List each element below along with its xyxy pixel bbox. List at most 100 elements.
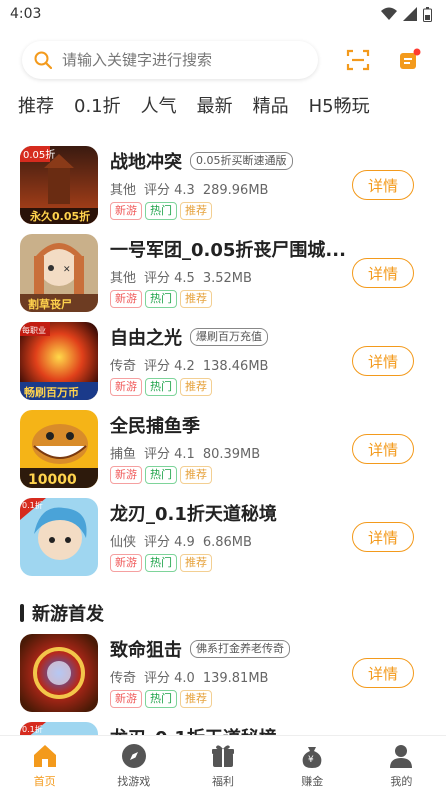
section-header: 新游首发 bbox=[20, 600, 104, 626]
nav-mine[interactable]: 我的 bbox=[357, 736, 446, 793]
game-category: 其他 bbox=[110, 183, 137, 198]
status-time: 4:03 bbox=[10, 6, 42, 22]
svg-text:永久0.05折: 永久0.05折 bbox=[29, 209, 90, 223]
search-row bbox=[22, 40, 430, 80]
game-icon[interactable] bbox=[20, 634, 98, 712]
game-size: 289.96MB bbox=[202, 183, 269, 198]
tab-popular[interactable]: 人气 bbox=[141, 92, 177, 118]
detail-button[interactable]: 详情 bbox=[352, 170, 414, 200]
home-icon bbox=[33, 745, 56, 767]
message-icon[interactable] bbox=[398, 48, 422, 72]
detail-button[interactable]: 详情 bbox=[352, 658, 414, 688]
section-marker bbox=[20, 604, 24, 622]
nav-label: 福利 bbox=[212, 775, 234, 788]
game-row[interactable]: 致命狙击 佛系打金养老传奇 传奇 评分 4.0 139.81MB 新游 热门 推荐 详情 bbox=[20, 634, 414, 714]
section-header-partial bbox=[20, 128, 100, 132]
section-title: 新游首发 bbox=[32, 604, 104, 625]
detail-button[interactable]: 详情 bbox=[352, 346, 414, 376]
game-category: 捕鱼 bbox=[110, 447, 137, 462]
nav-home[interactable]: 首页 bbox=[0, 736, 89, 793]
game-icon[interactable]: 0.1折 bbox=[20, 498, 98, 576]
game-size: 80.39MB bbox=[202, 447, 261, 462]
game-category: 传奇 bbox=[110, 359, 137, 374]
tab-discount[interactable]: 0.1折 bbox=[74, 92, 121, 118]
game-row[interactable]: 0.05折 永久0.05折 战地冲突 0.05折买断速通版 其他 评分 4.3 289.… bbox=[20, 146, 414, 226]
game-title: 战地冲突 0.05折买断速通版 bbox=[110, 148, 293, 174]
game-category: 仙侠 bbox=[110, 535, 137, 550]
game-name: 龙刃_0.1折天道秘境 bbox=[110, 504, 277, 525]
tag-recommend: 推荐 bbox=[180, 466, 212, 484]
game-rating: 评分 4.1 bbox=[144, 447, 195, 462]
game-tags: 新游 热门 推荐 bbox=[110, 466, 212, 484]
game-icon[interactable]: 10000 bbox=[20, 410, 98, 488]
svg-text:✕: ✕ bbox=[63, 265, 71, 275]
tag-hot: 热门 bbox=[145, 202, 177, 220]
nav-label: 首页 bbox=[33, 775, 56, 788]
game-size: 139.81MB bbox=[202, 671, 269, 686]
tag-recommend: 推荐 bbox=[180, 290, 212, 308]
tag-new: 新游 bbox=[110, 554, 142, 572]
game-icon[interactable]: 0.1折 bbox=[20, 722, 98, 736]
scan-icon[interactable] bbox=[346, 48, 370, 72]
battery-icon bbox=[423, 6, 432, 22]
status-bar: 4:03 bbox=[0, 0, 446, 28]
game-rating: 评分 4.0 bbox=[144, 671, 195, 686]
tab-boutique[interactable]: 精品 bbox=[253, 92, 289, 118]
svg-text:每职业: 每职业 bbox=[22, 325, 46, 335]
game-tags: 新游 热门 推荐 bbox=[110, 290, 212, 308]
game-title: 一号军团_0.05折丧尸围城... bbox=[110, 236, 346, 262]
game-row[interactable]: ✕ 割草丧尸 一号军团_0.05折丧尸围城... 其他 评分 4.5 3.52MB 新… bbox=[20, 234, 414, 314]
tab-recommend[interactable]: 推荐 bbox=[18, 92, 54, 118]
nav-label: 找游戏 bbox=[117, 775, 151, 788]
detail-button[interactable]: 详情 bbox=[352, 522, 414, 552]
game-category: 传奇 bbox=[110, 671, 137, 686]
game-icon[interactable]: 每职业 畅刷百万币 bbox=[20, 322, 98, 400]
status-icons bbox=[381, 6, 432, 22]
tag-recommend: 推荐 bbox=[180, 554, 212, 572]
search-box[interactable] bbox=[22, 41, 318, 79]
game-tags: 新游 热门 推荐 bbox=[110, 378, 212, 396]
game-tags: 新游 热门 推荐 bbox=[110, 202, 212, 220]
tab-latest[interactable]: 最新 bbox=[197, 92, 233, 118]
tab-h5[interactable]: H5畅玩 bbox=[309, 92, 370, 118]
game-row[interactable]: 每职业 畅刷百万币 自由之光 爆刷百万充值 传奇 评分 4.2 138.46MB 新游热… bbox=[20, 322, 414, 402]
game-size: 3.52MB bbox=[202, 271, 252, 286]
game-row[interactable]: 0.1折 龙刃_0.1折天道秘境 仙侠 评分 4.9 6.86MB 新游 热门 推荐 详… bbox=[20, 498, 414, 578]
game-meta: 捕鱼 评分 4.1 80.39MB bbox=[110, 443, 268, 462]
money-bag-icon: ¥ bbox=[302, 747, 322, 768]
tag-new: 新游 bbox=[110, 690, 142, 708]
game-row[interactable]: 10000 全民捕鱼季 捕鱼 评分 4.1 80.39MB 新游 热门 推荐 详情 bbox=[20, 410, 414, 490]
game-meta: 传奇 评分 4.0 139.81MB bbox=[110, 667, 276, 686]
game-rating: 评分 4.2 bbox=[144, 359, 195, 374]
game-note: 爆刷百万充值 bbox=[190, 328, 268, 346]
detail-button[interactable]: 详情 bbox=[352, 258, 414, 288]
nav-earn[interactable]: ¥ 赚金 bbox=[268, 736, 357, 793]
game-icon[interactable]: ✕ 割草丧尸 bbox=[20, 234, 98, 312]
game-tags: 新游 热门 推荐 bbox=[110, 690, 212, 708]
game-list: 0.05折 永久0.05折 战地冲突 0.05折买断速通版 其他 评分 4.3 289.… bbox=[0, 128, 446, 736]
tag-new: 新游 bbox=[110, 202, 142, 220]
nav-welfare[interactable]: 福利 bbox=[178, 736, 267, 793]
wifi-icon bbox=[381, 7, 397, 20]
tag-recommend: 推荐 bbox=[180, 378, 212, 396]
game-rating: 评分 4.9 bbox=[144, 535, 195, 550]
category-tabs: 推荐 0.1折 人气 最新 精品 H5畅玩 bbox=[18, 92, 390, 118]
game-rating: 评分 4.3 bbox=[144, 183, 195, 198]
game-size: 138.46MB bbox=[202, 359, 269, 374]
game-icon[interactable]: 0.05折 永久0.05折 bbox=[20, 146, 98, 224]
tag-recommend: 推荐 bbox=[180, 202, 212, 220]
gift-icon bbox=[212, 745, 234, 767]
svg-text:0.1折: 0.1折 bbox=[22, 500, 43, 510]
tag-recommend: 推荐 bbox=[180, 690, 212, 708]
svg-text:10000: 10000 bbox=[28, 472, 77, 488]
user-icon bbox=[390, 745, 413, 768]
nav-find-games[interactable]: 找游戏 bbox=[89, 736, 178, 793]
game-name: 全民捕鱼季 bbox=[110, 416, 200, 437]
tag-new: 新游 bbox=[110, 378, 142, 396]
search-input[interactable] bbox=[60, 50, 294, 70]
game-name: 一号军团_0.05折丧尸围城... bbox=[110, 240, 346, 261]
game-name: 战地冲突 bbox=[110, 152, 182, 173]
nav-label: 赚金 bbox=[301, 775, 324, 788]
game-row[interactable]: 0.1折 龙刃_0.1折天道秘境 bbox=[20, 722, 414, 736]
detail-button[interactable]: 详情 bbox=[352, 434, 414, 464]
